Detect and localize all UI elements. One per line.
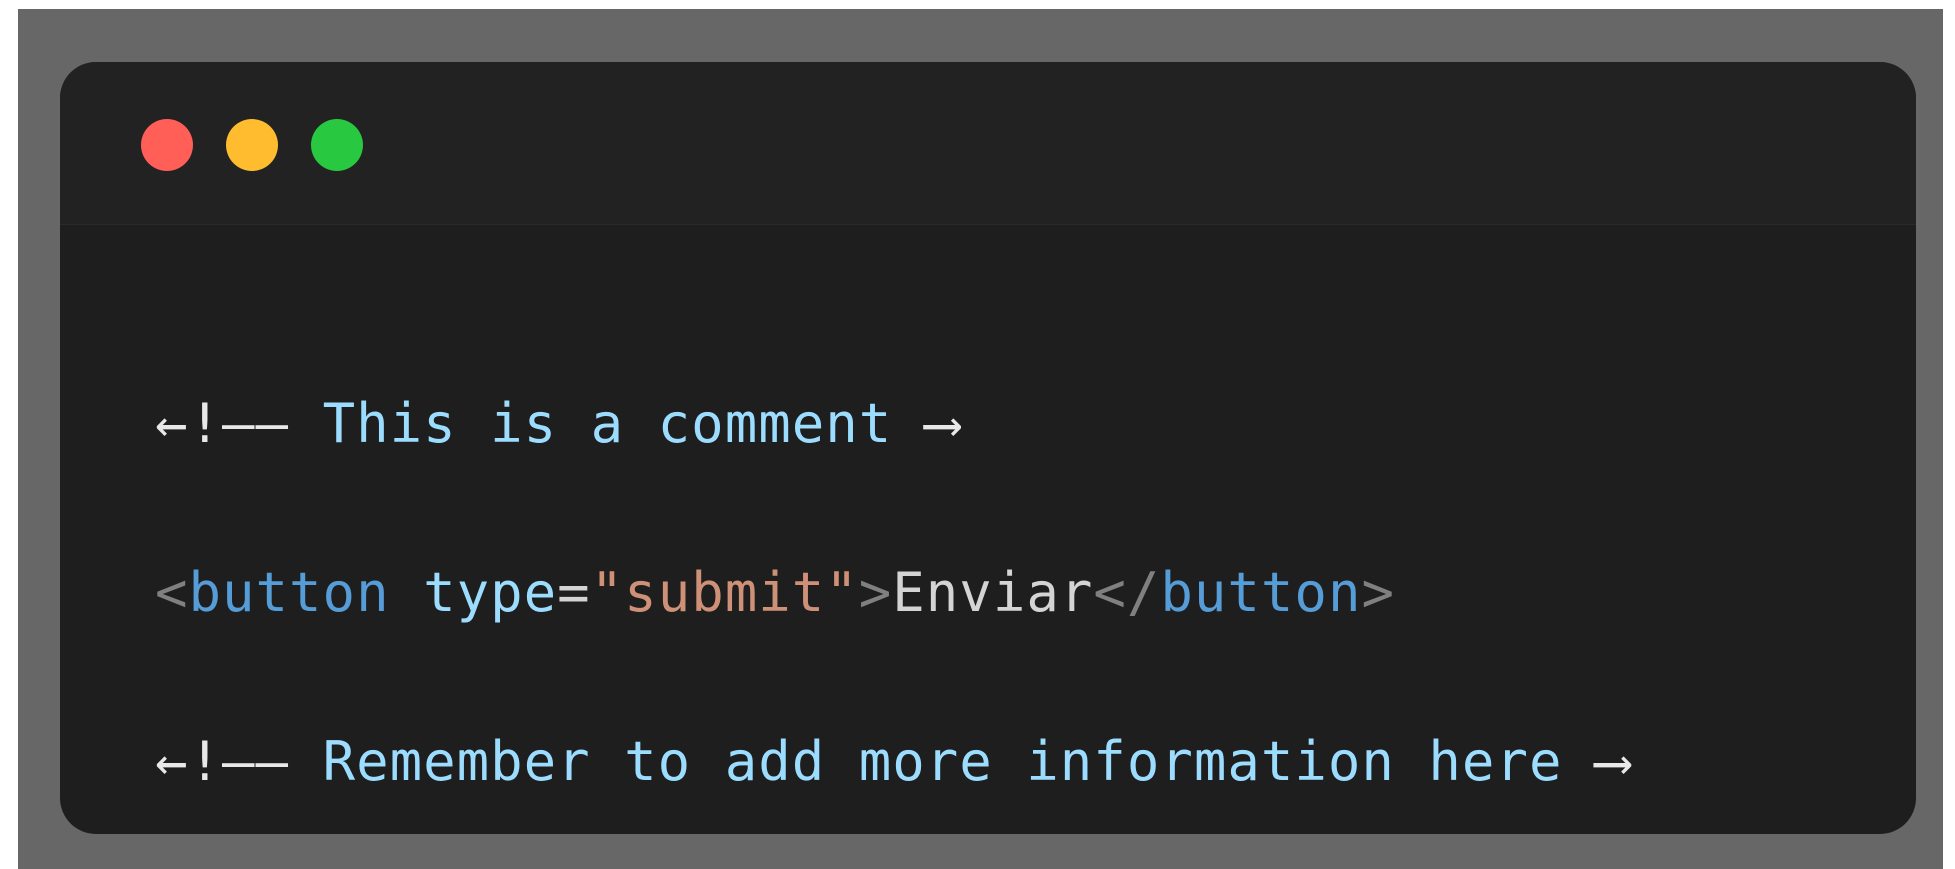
tag-gt: > xyxy=(858,561,893,624)
attr-value: "submit" xyxy=(590,561,859,624)
code-line-comment-1: ←!—— This is a comment ⟶ xyxy=(155,389,959,459)
title-bar xyxy=(60,62,1916,225)
comment-open-mark: ←!—— xyxy=(155,392,323,455)
close-dot[interactable] xyxy=(141,119,193,171)
button-text: Enviar xyxy=(892,561,1094,624)
tag-open-name: button xyxy=(188,561,390,624)
comment-close-mark: ⟶ xyxy=(892,392,960,455)
tag-lt: < xyxy=(155,561,189,624)
code-line-comment-2: ←!—— Remember to add more information he… xyxy=(155,727,1630,797)
code-area: ←!—— This is a comment ⟶ <button type="s… xyxy=(155,224,1876,834)
comment-open-mark: ←!—— xyxy=(155,730,323,793)
tag-gt-end: > xyxy=(1361,561,1395,624)
attr-name: type xyxy=(423,561,558,624)
tag-space xyxy=(390,561,424,624)
tag-lt-slash: </ xyxy=(1093,561,1161,624)
attr-equals: = xyxy=(557,561,591,624)
comment-close-mark: ⟶ xyxy=(1562,730,1630,793)
tag-close-name: button xyxy=(1160,561,1362,624)
maximize-dot[interactable] xyxy=(311,119,363,171)
comment-text: This is a comment xyxy=(322,392,893,455)
code-line-button: <button type="submit">Enviar</button> xyxy=(155,558,1395,628)
comment-text: Remember to add more information here xyxy=(322,730,1563,793)
minimize-dot[interactable] xyxy=(226,119,278,171)
code-window: ←!—— This is a comment ⟶ <button type="s… xyxy=(60,62,1916,834)
